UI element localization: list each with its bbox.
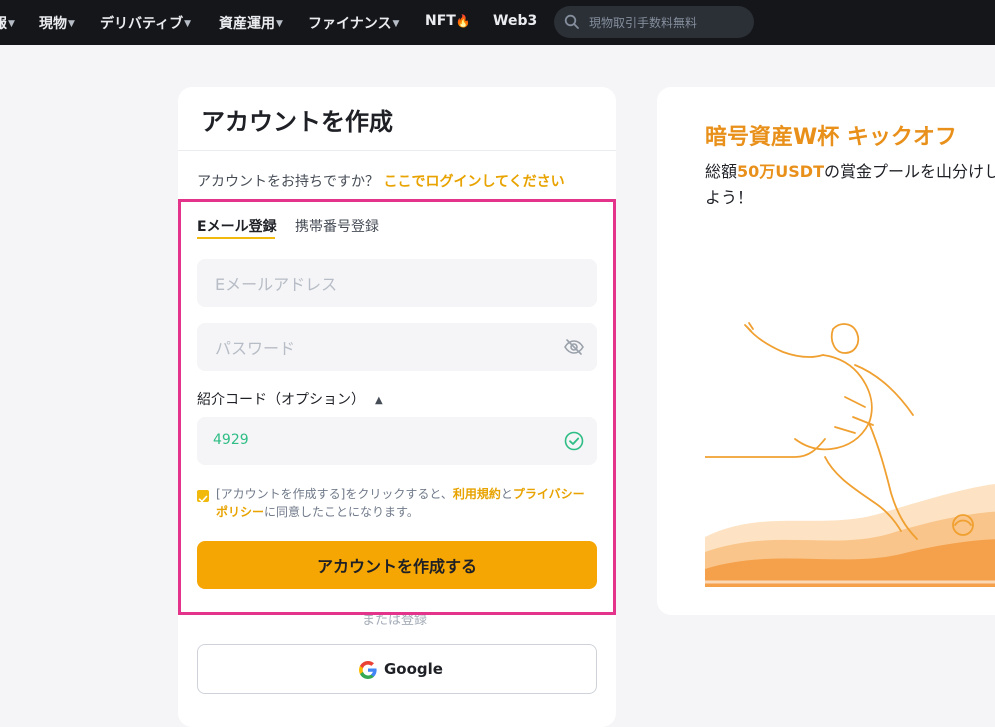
top-nav: 報▼ 現物▼ デリバティブ▼ 資産運用▼ ファイナンス▼ NFT🔥 Web3	[0, 0, 995, 45]
nav-item-label: NFT	[425, 13, 456, 29]
nav-item-label: Web3	[493, 13, 538, 29]
tab-phone-signup[interactable]: 携帯番号登録	[295, 216, 379, 236]
caret-down-icon: ▼	[392, 19, 400, 29]
divider	[178, 150, 616, 151]
google-signup-button[interactable]: Google	[197, 644, 597, 694]
create-account-button[interactable]: アカウントを作成する	[197, 541, 597, 589]
nav-item-label: デリバティブ	[100, 16, 184, 32]
flame-icon: 🔥	[455, 14, 471, 28]
nav-item-nft[interactable]: NFT🔥	[425, 13, 471, 29]
email-field[interactable]	[197, 259, 597, 307]
referral-code-value[interactable]: 4929	[213, 432, 249, 448]
page-title: アカウントを作成	[201, 108, 393, 136]
email-input[interactable]	[213, 273, 547, 295]
nav-item-info[interactable]: 報▼	[0, 13, 15, 33]
active-tab-underline	[197, 237, 275, 239]
search-box[interactable]	[554, 6, 754, 38]
terms-link[interactable]: 利用規約	[453, 487, 501, 501]
password-field[interactable]	[197, 323, 597, 371]
google-icon	[359, 661, 377, 683]
agreement-text: [アカウントを作成する]をクリックすると、利用規約とプライバシーポリシーに同意し…	[216, 485, 596, 521]
nav-item-label: 現物	[39, 16, 67, 32]
caret-down-icon: ▼	[8, 19, 15, 29]
tab-email-signup[interactable]: Eメール登録	[197, 216, 277, 239]
tab-label: Eメール登録	[197, 219, 277, 235]
nav-item-finance[interactable]: ファイナンス▼	[308, 13, 399, 33]
google-label: Google	[384, 660, 443, 678]
or-register-text: または登録	[362, 613, 428, 628]
promo-panel: 暗号資産W杯 キックオフ 総額50万USDTの賞金プールを山分けしよう！	[657, 87, 995, 615]
search-input[interactable]	[587, 13, 751, 33]
nav-item-earn[interactable]: 資産運用▼	[219, 13, 283, 33]
agree-checkbox[interactable]	[197, 490, 209, 503]
caret-down-icon: ▼	[276, 19, 283, 29]
login-prompt: アカウントをお持ちですか？ ここでログインしてください	[197, 171, 565, 191]
password-input[interactable]	[213, 337, 547, 359]
triangle-up-icon: ▲	[375, 395, 383, 406]
prize-amount: 50万USDT	[737, 162, 824, 181]
caret-down-icon: ▼	[184, 19, 192, 29]
soccer-player-illustration	[705, 322, 995, 587]
referral-label: 紹介コード（オプション）	[197, 392, 365, 408]
have-account-text: アカウントをお持ちですか？	[197, 174, 379, 190]
nav-item-label: ファイナンス	[308, 16, 392, 32]
promo-sub-prefix: 総額	[705, 162, 738, 181]
nav-item-derivatives[interactable]: デリバティブ▼	[100, 13, 191, 33]
login-link[interactable]: ここでログインしてください	[383, 174, 564, 190]
referral-toggle[interactable]: 紹介コード（オプション） ▲	[197, 389, 383, 409]
agree-suffix: に同意したことになります。	[264, 505, 419, 519]
search-icon	[564, 14, 580, 34]
promo-subtitle: 総額50万USDTの賞金プールを山分けしよう！	[705, 159, 995, 211]
check-circle-icon	[563, 430, 585, 456]
promo-title: 暗号資産W杯 キックオフ	[705, 125, 957, 150]
tab-label: 携帯番号登録	[295, 219, 379, 235]
nav-item-label: 報	[0, 16, 7, 32]
agree-and: と	[500, 487, 513, 501]
nav-item-spot[interactable]: 現物▼	[39, 13, 75, 33]
checkmark-icon	[198, 495, 208, 503]
eye-off-icon[interactable]	[563, 336, 585, 362]
nav-item-web3[interactable]: Web3	[493, 13, 537, 29]
nav-item-label: 資産運用	[219, 16, 275, 32]
referral-field[interactable]: 4929	[197, 417, 597, 465]
caret-down-icon: ▼	[68, 19, 75, 29]
agree-prefix: [アカウントを作成する]をクリックすると、	[216, 487, 453, 501]
